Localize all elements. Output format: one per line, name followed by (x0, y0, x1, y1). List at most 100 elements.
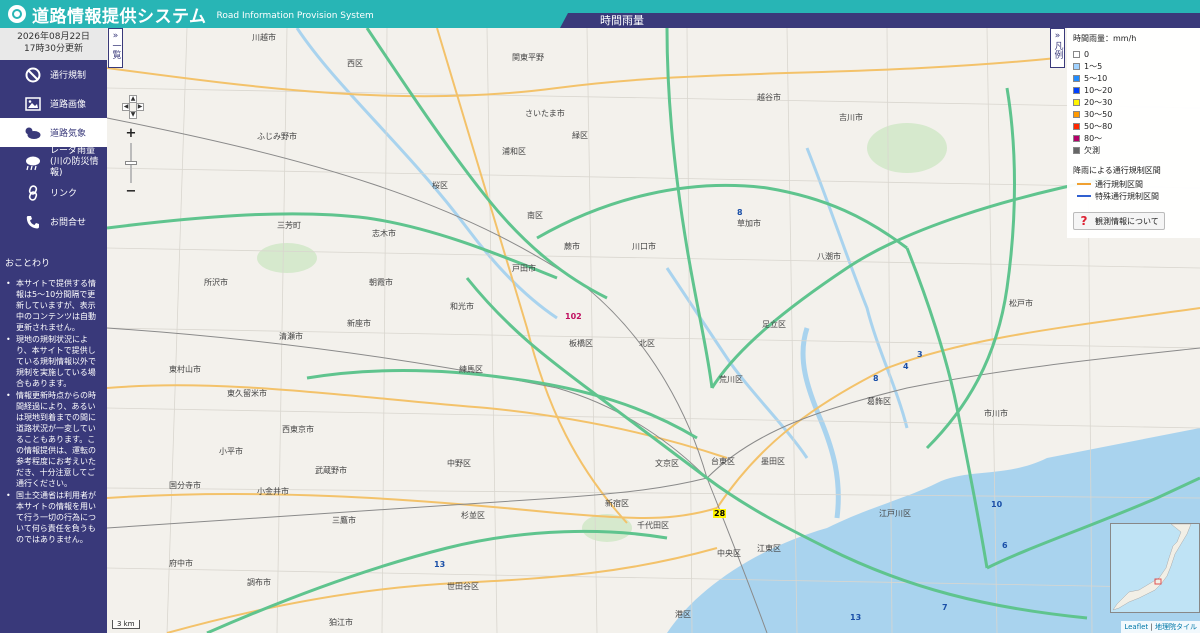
list-toggle-tab[interactable]: » 一覧 (108, 28, 123, 68)
regulation-line-swatch (1077, 195, 1091, 197)
route-number[interactable]: 8 (873, 374, 879, 383)
observation-info-button[interactable]: ? 観測情報について (1073, 212, 1165, 230)
regulation-title: 降雨による通行規制区間 (1073, 166, 1161, 175)
rain-gauge-label[interactable]: 102 (565, 312, 582, 321)
rain-class-row: 5～10 (1073, 72, 1194, 84)
route-number[interactable]: 6 (1002, 541, 1008, 550)
route-number[interactable]: 8 (737, 208, 743, 217)
rain-class-row: 欠測 (1073, 144, 1194, 156)
place-label: 浦和区 (502, 147, 526, 156)
rain-class-row: 1～5 (1073, 60, 1194, 72)
disclaimer-item: 本サイトで提供する情報は5～10分間隔で更新していますが、表示中のコンテンツは自… (6, 278, 103, 333)
place-label: 世田谷区 (447, 582, 479, 591)
nav-sublabel: (川の防災情報) (50, 157, 99, 178)
place-label: 西東京市 (282, 425, 314, 434)
map-attribution: Leaflet | 地理院タイル (1121, 621, 1200, 633)
rain-class-label: 10～20 (1084, 85, 1113, 95)
rain-class-label: 5～10 (1084, 73, 1108, 83)
place-label: 小金井市 (257, 487, 289, 496)
rain-class-list: 0 1～5 5～10 10～20 20～30 30～50 50～80 80～ 欠測 (1073, 48, 1194, 156)
zoom-control: + − (124, 127, 138, 199)
overview-minimap[interactable] (1110, 523, 1200, 613)
nav-item-road-images[interactable]: 道路画像 (0, 89, 107, 118)
sidebar: 2026年08月22日 17時30分更新 通行規制 道路画像 道路気象 レーダ雨… (0, 28, 107, 633)
legend-tab-label: 凡例 (1052, 41, 1063, 59)
nav-item-traffic-regulation[interactable]: 通行規制 (0, 60, 107, 89)
place-label: 草加市 (737, 219, 761, 228)
nav-item-contact[interactable]: お問合せ (0, 207, 107, 236)
place-label: 蕨市 (564, 242, 580, 251)
route-number[interactable]: 10 (991, 500, 1002, 509)
nav-label: リンク (50, 189, 78, 199)
place-label: 志木市 (372, 229, 396, 238)
pan-right-button[interactable]: ▶ (136, 103, 144, 111)
pan-up-button[interactable]: ▲ (129, 95, 137, 103)
route-number[interactable]: 13 (434, 560, 445, 569)
rain-class-label: 20～30 (1084, 97, 1113, 107)
question-icon: ? (1080, 214, 1088, 228)
place-label: 関東平野 (512, 53, 544, 62)
header: 道路情報提供システム Road Information Provision Sy… (0, 0, 1200, 28)
pan-left-button[interactable]: ◀ (122, 103, 130, 111)
place-label: 松戸市 (1009, 299, 1033, 308)
zoom-in-button[interactable]: + (124, 127, 138, 141)
legend-toggle-tab[interactable]: » 凡例 (1050, 28, 1065, 68)
no-entry-icon (24, 67, 42, 83)
nav-label: 道路画像 (50, 100, 87, 110)
nav-item-links[interactable]: リンク (0, 178, 107, 207)
nav-item-road-weather[interactable]: 道路気象 (0, 118, 107, 147)
regulation-label: 通行規制区間 (1095, 179, 1143, 189)
rain-class-row: 0 (1073, 48, 1194, 60)
place-label: 板橋区 (569, 339, 593, 348)
rain-class-label: 0 (1084, 49, 1090, 59)
disclaimer-title: おことわり (5, 259, 51, 269)
leaflet-link[interactable]: Leaflet (1124, 623, 1148, 631)
map-canvas[interactable]: 川越市 西区 関東平野 越谷市 さいたま市 吉川市 緑区 ふじみ野市 桜区 浦和区 南区 草加市 三芳町… (107, 28, 1200, 633)
nav-label: レーダ雨量 (50, 146, 96, 156)
update-date: 2026年08月22日 (17, 32, 90, 42)
zoom-slider-handle[interactable] (125, 161, 137, 165)
place-label: 緑区 (572, 131, 588, 140)
place-label: 小平市 (219, 447, 243, 456)
route-number[interactable]: 7 (942, 603, 948, 612)
place-label: 練馬区 (459, 365, 483, 374)
route-number[interactable]: 28 (713, 509, 727, 518)
place-label: 朝霞市 (369, 278, 393, 287)
route-number[interactable]: 4 (903, 362, 909, 371)
place-label: 新座市 (347, 319, 371, 328)
zoom-out-button[interactable]: − (124, 185, 138, 199)
nav-label-block: レーダ雨量 (川の防災情報) (50, 146, 107, 179)
place-label: 狛江市 (329, 618, 353, 627)
update-time: 17時30分更新 (24, 44, 83, 54)
place-label: 調布市 (247, 578, 271, 587)
list-tab-label: 一覧 (110, 41, 121, 59)
rain-class-row: 80～ (1073, 132, 1194, 144)
place-label: 江東区 (757, 544, 781, 553)
pan-control: ▲ ◀ ▶ ▼ (122, 95, 144, 119)
app-subtitle: Road Information Provision System (216, 11, 374, 21)
disclaimer-item: 国土交通省は利用者が本サイトの情報を用いて行う一切の行為について何ら責任を負うも… (6, 490, 103, 545)
regulation-line-swatch (1077, 183, 1091, 185)
route-number[interactable]: 3 (917, 350, 923, 359)
place-label: 市川市 (984, 409, 1008, 418)
rain-class-label: 30～50 (1084, 109, 1113, 119)
pan-down-button[interactable]: ▼ (129, 111, 137, 119)
place-label: 東久留米市 (227, 389, 267, 398)
place-label: 港区 (675, 610, 691, 619)
place-label: 南区 (527, 211, 543, 220)
place-label: 葛飾区 (867, 397, 891, 406)
place-label: 東村山市 (169, 365, 201, 374)
gsi-tile-link[interactable]: 地理院タイル (1155, 623, 1197, 631)
place-label: 桜区 (432, 181, 448, 190)
legend-title: 時間雨量：mm/h (1073, 34, 1137, 43)
place-label: 千代田区 (637, 521, 669, 530)
attribution-separator: | (1148, 623, 1155, 631)
observation-info-label: 観測情報について (1095, 216, 1159, 226)
route-number[interactable]: 13 (850, 613, 861, 622)
nav-item-radar-rain[interactable]: レーダ雨量 (川の防災情報) (0, 146, 107, 179)
rain-class-swatch (1073, 122, 1080, 130)
rain-class-swatch (1073, 134, 1080, 142)
update-info: 2026年08月22日 17時30分更新 (0, 28, 107, 60)
zoom-slider[interactable] (125, 143, 137, 183)
place-label: 新宿区 (605, 499, 629, 508)
